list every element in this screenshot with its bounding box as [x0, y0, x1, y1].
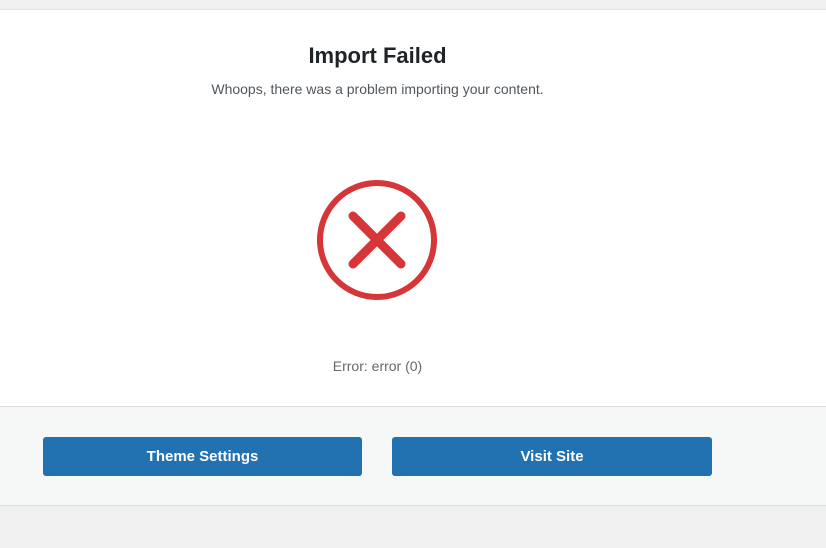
page-title: Import Failed — [308, 43, 447, 68]
visit-site-button[interactable]: Visit Site — [392, 437, 712, 476]
action-footer: Theme Settings Visit Site — [0, 406, 826, 506]
page-background — [0, 507, 826, 548]
import-result-panel: Import Failed Whoops, there was a proble… — [0, 10, 826, 406]
error-circle-x-icon — [317, 180, 437, 300]
top-strip — [0, 0, 826, 10]
error-message: Error: error (0) — [332, 358, 423, 374]
page-subtitle: Whoops, there was a problem importing yo… — [211, 81, 544, 97]
theme-settings-button[interactable]: Theme Settings — [43, 437, 362, 476]
